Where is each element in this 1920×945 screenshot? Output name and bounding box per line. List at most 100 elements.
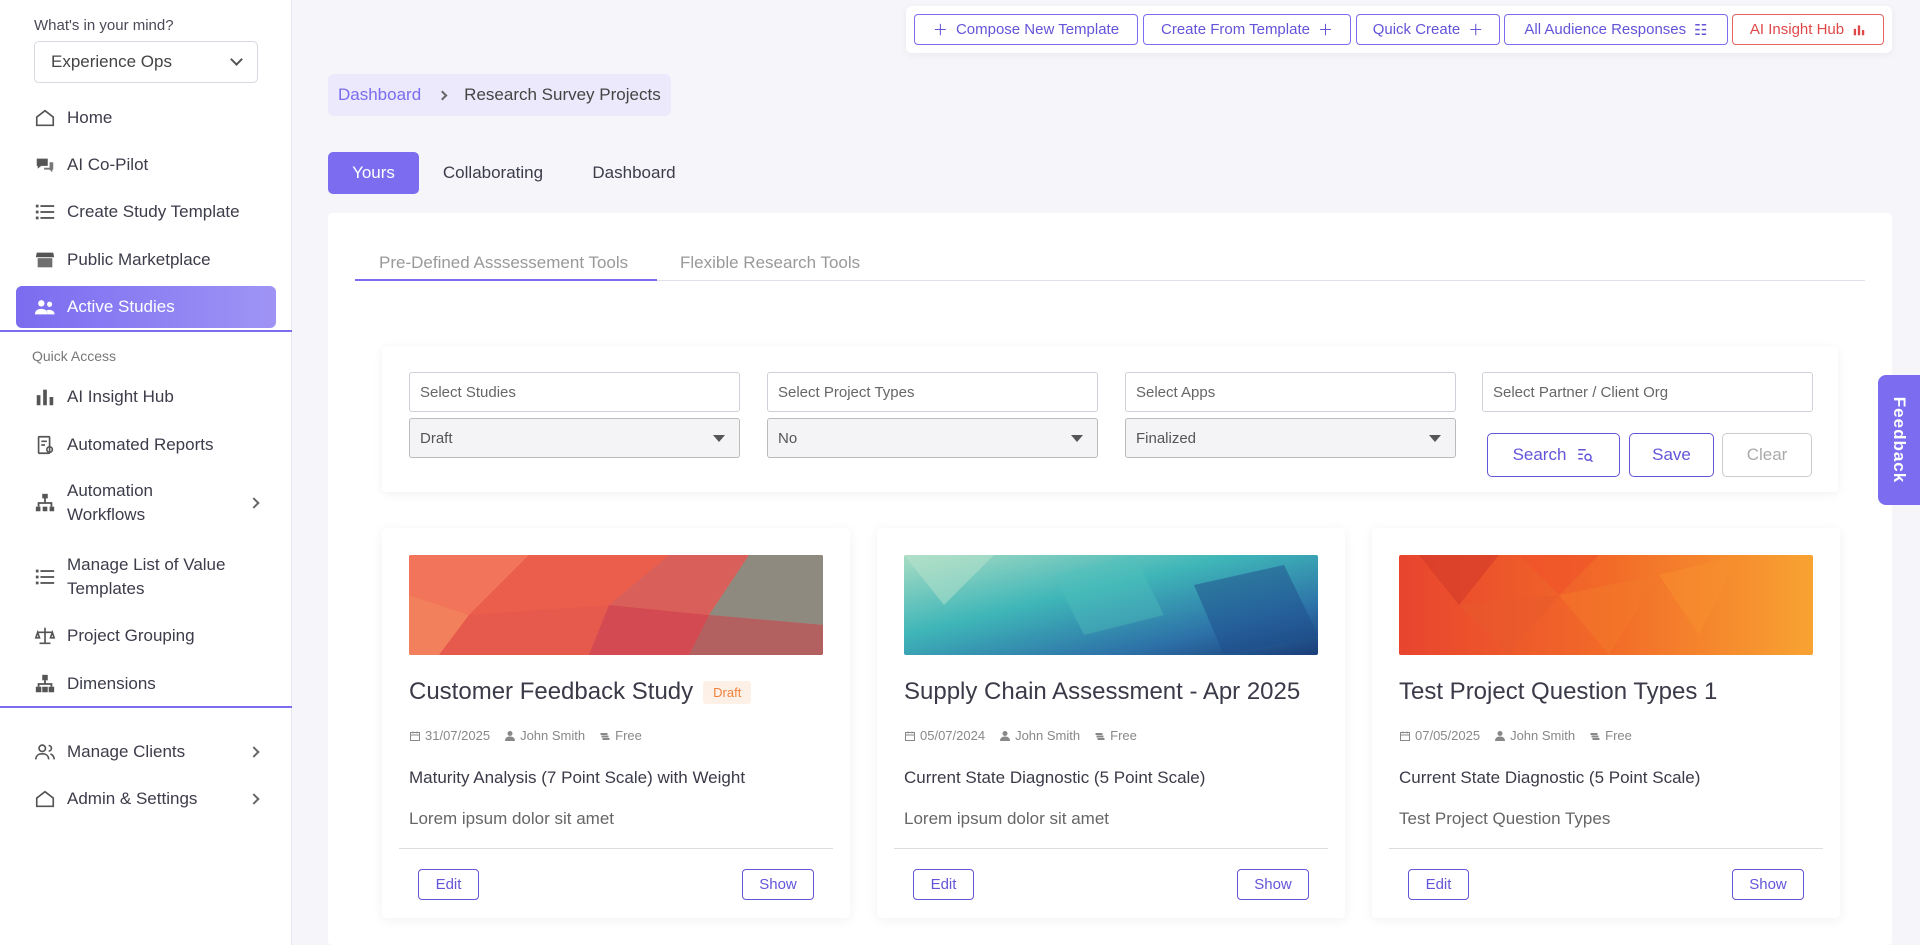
feedback-tab[interactable]: Feedback bbox=[1878, 375, 1920, 505]
save-button[interactable]: Save bbox=[1629, 433, 1714, 477]
studies-input[interactable]: Select Studies bbox=[409, 372, 740, 412]
sidebar-item-label: AI Co-Pilot bbox=[67, 155, 149, 174]
card-author: John Smith bbox=[1494, 728, 1575, 743]
card-subtitle: Current State Diagnostic (5 Point Scale) bbox=[1399, 768, 1701, 787]
layers-icon bbox=[600, 732, 610, 740]
layers-icon bbox=[1590, 732, 1600, 740]
sidebar-item-manage-lov-templates[interactable]: Manage List of Value Templates bbox=[16, 552, 276, 602]
card-subtitle: Maturity Analysis (7 Point Scale) with W… bbox=[409, 768, 746, 787]
sidebar-item-label: Manage List of Value Templates bbox=[67, 555, 226, 598]
chevron-down-icon bbox=[230, 53, 243, 66]
breadcrumb-dashboard-link[interactable]: Dashboard bbox=[338, 85, 421, 105]
sidebar-item-label: Automated Reports bbox=[67, 435, 214, 454]
card-divider bbox=[399, 848, 833, 849]
card-date-text: 31/07/2025 bbox=[425, 728, 491, 743]
ai-insight-hub-button[interactable]: AI Insight Hub bbox=[1732, 14, 1884, 45]
project-card: Supply Chain Assessment - Apr 2025 05/07… bbox=[877, 528, 1345, 918]
sidebar-item-label: Automation Workflows bbox=[67, 481, 153, 524]
create-from-template-button[interactable]: Create From Template ＋ bbox=[1143, 14, 1351, 45]
card-banner-image bbox=[409, 555, 823, 655]
status-select[interactable]: Draft bbox=[409, 418, 740, 458]
card-title-text: Test Project Question Types 1 bbox=[1399, 678, 1718, 705]
calendar-icon bbox=[905, 731, 915, 741]
card-description: Lorem ipsum dolor sit amet bbox=[904, 809, 1110, 828]
apps-input[interactable]: Select Apps bbox=[1125, 372, 1456, 412]
plus-icon: ＋ bbox=[932, 22, 948, 39]
tab-yours[interactable]: Yours bbox=[328, 152, 419, 194]
plus-icon: ＋ bbox=[1468, 22, 1484, 39]
type-select[interactable]: No bbox=[767, 418, 1098, 458]
sidebar-item-label: Create Study Template bbox=[67, 202, 240, 221]
card-date: 07/05/2025 bbox=[1399, 728, 1480, 743]
project-card: Test Project Question Types 1 07/05/2025… bbox=[1372, 528, 1840, 918]
filter-panel: Select Studies Select Project Types Sele… bbox=[382, 346, 1838, 492]
sidebar-item-admin-settings[interactable]: Admin & Settings bbox=[16, 787, 276, 811]
card-date: 31/07/2025 bbox=[409, 728, 490, 743]
user-icon bbox=[1495, 730, 1506, 741]
card-date-text: 07/05/2025 bbox=[1415, 728, 1481, 743]
card-date: 05/07/2024 bbox=[904, 728, 985, 743]
workspace-label: What's in your mind? bbox=[34, 17, 174, 34]
sidebar-item-ai-copilot[interactable]: AI Co-Pilot bbox=[16, 153, 276, 177]
sidebar-item-active-studies[interactable]: Active Studies bbox=[16, 286, 276, 328]
tab-dashboard[interactable]: Dashboard bbox=[578, 152, 690, 194]
quick-access-label: Quick Access bbox=[32, 348, 117, 364]
hierarchy-icon bbox=[33, 672, 57, 696]
status-badge: Draft bbox=[703, 680, 752, 704]
partner-input[interactable]: Select Partner / Client Org bbox=[1482, 372, 1813, 412]
sidebar-item-home[interactable]: Home bbox=[16, 106, 276, 130]
bar-chart-icon bbox=[33, 385, 57, 409]
subtab-flexible-tools[interactable]: Flexible Research Tools bbox=[680, 253, 860, 273]
sidebar-item-create-study-template[interactable]: Create Study Template bbox=[16, 200, 276, 224]
subtab-predefined-tools[interactable]: Pre-Defined Asssessement Tools bbox=[379, 253, 628, 273]
user-icon bbox=[505, 730, 516, 741]
card-banner-image bbox=[1399, 555, 1813, 655]
sidebar-item-automated-reports[interactable]: Automated Reports bbox=[16, 433, 276, 457]
card-meta: 31/07/2025 John Smith Free bbox=[409, 728, 642, 743]
sidebar-item-manage-clients[interactable]: Manage Clients bbox=[16, 740, 276, 764]
button-label: AI Insight Hub bbox=[1749, 21, 1845, 38]
breadcrumb: Dashboard Research Survey Projects bbox=[328, 74, 671, 116]
layers-icon bbox=[1095, 732, 1105, 740]
project-types-input[interactable]: Select Project Types bbox=[767, 372, 1098, 412]
edit-button[interactable]: Edit bbox=[1408, 869, 1469, 900]
calendar-icon bbox=[1400, 731, 1410, 741]
sidebar-item-project-grouping[interactable]: Project Grouping bbox=[16, 624, 276, 648]
search-button[interactable]: Search bbox=[1487, 433, 1620, 477]
card-plan-text: Free bbox=[1110, 728, 1137, 743]
edit-button[interactable]: Edit bbox=[418, 869, 479, 900]
card-plan: Free bbox=[1589, 728, 1632, 743]
caret-down-icon bbox=[1071, 434, 1083, 442]
breadcrumb-current: Research Survey Projects bbox=[464, 85, 661, 104]
workflow-icon bbox=[33, 491, 57, 515]
card-date-text: 05/07/2024 bbox=[920, 728, 986, 743]
chevron-right-icon bbox=[248, 793, 260, 805]
sidebar-item-ai-insight-hub[interactable]: AI Insight Hub bbox=[16, 385, 276, 409]
card-plan: Free bbox=[1094, 728, 1137, 743]
all-audience-responses-button[interactable]: All Audience Responses ☷ bbox=[1504, 14, 1728, 45]
scale-icon bbox=[33, 624, 57, 648]
workspace-select[interactable]: Experience Ops bbox=[34, 41, 258, 83]
button-label: Create From Template bbox=[1161, 21, 1310, 38]
report-icon bbox=[33, 433, 57, 457]
sidebar-item-dimensions[interactable]: Dimensions bbox=[16, 672, 276, 696]
sidebar-item-label: Public Marketplace bbox=[67, 250, 211, 269]
sidebar-item-automation-workflows[interactable]: Automation Workflows bbox=[16, 478, 276, 528]
card-subtitle: Current State Diagnostic (5 Point Scale) bbox=[904, 768, 1206, 787]
edit-button[interactable]: Edit bbox=[913, 869, 974, 900]
show-button[interactable]: Show bbox=[1237, 869, 1309, 900]
app-select[interactable]: Finalized bbox=[1125, 418, 1456, 458]
caret-down-icon bbox=[713, 434, 725, 442]
show-button[interactable]: Show bbox=[1732, 869, 1804, 900]
feedback-label: Feedback bbox=[1890, 396, 1909, 484]
compose-new-template-button[interactable]: ＋ Compose New Template bbox=[914, 14, 1138, 45]
card-banner-image bbox=[904, 555, 1318, 655]
sidebar: What's in your mind? Experience Ops Home… bbox=[0, 0, 292, 945]
card-description: Test Project Question Types bbox=[1399, 809, 1611, 828]
quick-create-button[interactable]: Quick Create ＋ bbox=[1356, 14, 1500, 45]
tab-collaborating[interactable]: Collaborating bbox=[432, 152, 554, 194]
sidebar-item-public-marketplace[interactable]: Public Marketplace bbox=[16, 248, 276, 272]
show-button[interactable]: Show bbox=[742, 869, 814, 900]
card-title-text: Customer Feedback Study bbox=[409, 678, 694, 705]
clear-button[interactable]: Clear bbox=[1722, 433, 1812, 477]
